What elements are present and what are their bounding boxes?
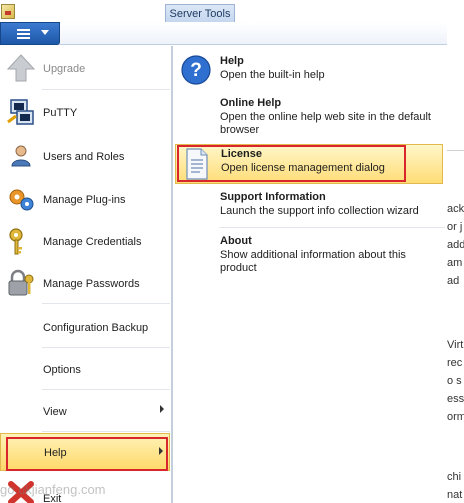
submenu-separator — [219, 227, 445, 228]
menu-separator — [42, 389, 170, 390]
help-question-icon: ? — [181, 55, 211, 85]
menu-item-label: Manage Plug-ins — [43, 194, 126, 206]
users-icon — [11, 145, 31, 167]
key-icon — [9, 228, 23, 255]
menu-item-label: PuTTY — [43, 107, 78, 119]
bg-text: ack — [447, 203, 464, 215]
submenu-arrow-icon — [160, 405, 164, 413]
watermark: go.ukjianfeng.com — [0, 482, 106, 497]
putty-icon — [7, 99, 34, 125]
submenu-item-online-help[interactable]: Online Help Open the online help web sit… — [173, 94, 445, 140]
bg-text: ad — [447, 275, 460, 287]
bg-text: orm — [447, 411, 464, 423]
menu-item-manage-passwords[interactable]: Manage Passwords — [0, 263, 170, 303]
submenu-item-title: About — [220, 235, 252, 247]
menu-item-putty[interactable]: PuTTY — [0, 92, 170, 132]
submenu-item-help[interactable]: ? Help Open the built-in help — [173, 50, 445, 94]
menu-item-label: View — [43, 406, 67, 418]
bg-text: am — [447, 257, 463, 269]
bg-text: Virt — [447, 339, 464, 351]
menu-item-manage-plug-ins[interactable]: Manage Plug-ins — [0, 179, 170, 219]
submenu-item-desc: Open the built-in help — [220, 69, 325, 81]
application-menu-button[interactable] — [0, 22, 60, 45]
submenu-item-about[interactable]: About Show additional information about … — [173, 232, 445, 278]
menu-item-label: Configuration Backup — [43, 322, 149, 334]
upgrade-arrow-icon — [6, 54, 36, 82]
submenu-item-title: Online Help — [220, 97, 282, 109]
menu-item-upgrade[interactable]: Upgrade — [0, 48, 170, 88]
menu-item-label: Manage Credentials — [43, 236, 142, 248]
menu-separator — [42, 347, 170, 348]
bg-text: rec — [447, 357, 463, 369]
submenu-item-desc: Show additional information about this p… — [220, 249, 406, 274]
bg-text: add — [447, 239, 464, 251]
bg-text: or j — [447, 221, 463, 233]
ribbon-bar — [0, 22, 447, 45]
menu-item-label: Users and Roles — [43, 151, 125, 163]
bg-text: nat — [447, 489, 463, 501]
menu-item-label: Manage Passwords — [43, 278, 140, 290]
submenu-item-desc: Launch the support info collection wizar… — [220, 205, 419, 217]
menu-separator — [42, 89, 170, 90]
submenu-item-title: Support Information — [220, 191, 326, 203]
menu-item-manage-credentials[interactable]: Manage Credentials — [0, 221, 170, 261]
background-document: ack or j add am ad Virt rec o s ess orm … — [447, 150, 464, 503]
menu-separator — [42, 431, 170, 432]
bg-text: ess — [447, 393, 464, 405]
plugins-icon — [9, 189, 34, 211]
menu-item-options[interactable]: Options — [0, 349, 170, 389]
annotation-highlight-help — [6, 437, 168, 471]
menu-item-users-and-roles[interactable]: Users and Roles — [0, 136, 170, 176]
lock-key-icon — [8, 269, 34, 296]
menu-item-label: Options — [43, 364, 81, 376]
submenu-item-desc: Open the online help web site in the def… — [220, 111, 431, 136]
bg-text: o s — [447, 375, 462, 387]
help-submenu: ? Help Open the built-in help Online Hel… — [172, 46, 447, 503]
menu-lines-icon — [17, 29, 30, 40]
chevron-down-icon — [41, 30, 49, 35]
submenu-item-support-information[interactable]: Support Information Launch the support i… — [173, 189, 445, 225]
bg-text: chi — [447, 471, 462, 483]
menu-item-label: Upgrade — [43, 63, 86, 75]
menu-item-configuration-backup[interactable]: Configuration Backup — [0, 307, 170, 347]
submenu-item-title: Help — [220, 55, 244, 67]
svg-text:?: ? — [190, 60, 202, 81]
application-menu: Upgrade PuTTY Users and Roles Manage Plu… — [0, 46, 172, 503]
annotation-highlight-license — [177, 145, 406, 182]
menu-item-view[interactable]: View — [0, 391, 170, 431]
tab-server-tools[interactable]: Server Tools — [165, 4, 235, 23]
app-icon[interactable] — [1, 4, 15, 19]
menu-separator — [42, 303, 170, 304]
